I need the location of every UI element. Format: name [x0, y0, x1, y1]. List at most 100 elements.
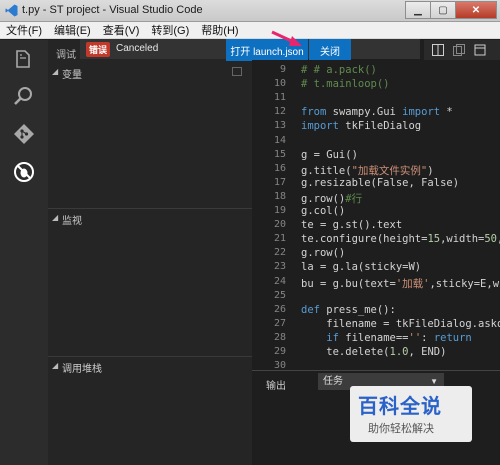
- code-line[interactable]: 10 # t.mainloop(): [252, 78, 500, 92]
- watch-label: 监视: [62, 216, 82, 227]
- code-token: ): [427, 164, 434, 177]
- line-code: te = g.st().text: [301, 219, 402, 231]
- open-changes-icon[interactable]: [453, 44, 465, 56]
- code-line[interactable]: 29 te.delete(1.0, END): [252, 346, 500, 360]
- code-line[interactable]: 9 # # a.pack(): [252, 64, 500, 78]
- code-line[interactable]: 30: [252, 360, 500, 370]
- line-number: 30: [273, 360, 286, 370]
- error-badge: 错误: [86, 42, 110, 57]
- arrow-annotation-icon: [271, 30, 302, 46]
- code-line[interactable]: 12 from swampy.Gui import *: [252, 106, 500, 120]
- code-token: def: [301, 303, 320, 316]
- code-line[interactable]: 25: [252, 290, 500, 304]
- code-line[interactable]: 24 bu = g.bu(text='加载',sticky=E,widt: [252, 276, 500, 290]
- line-code: # # a.pack(): [301, 64, 377, 76]
- line-code: g = Gui(): [301, 149, 358, 161]
- code-line[interactable]: 15 g = Gui(): [252, 149, 500, 163]
- line-code: import tkFileDialog: [301, 120, 421, 132]
- code-token: swampy.Gui: [326, 106, 403, 119]
- code-editor[interactable]: 9 # # a.pack() 10 # t.mainloop() 11 12 from sw…: [252, 60, 500, 370]
- files-icon[interactable]: [12, 48, 36, 72]
- code-token: g.title(: [301, 164, 352, 177]
- code-token: ,sticky=E,widt: [429, 277, 500, 290]
- close-notification-button[interactable]: 关闭: [309, 39, 351, 61]
- maximize-button[interactable]: ▢: [430, 1, 456, 19]
- line-code: g.row()#行: [301, 191, 362, 206]
- code-token: from: [301, 106, 327, 119]
- editor-actions: [424, 40, 500, 60]
- line-number: 15: [273, 148, 286, 160]
- code-line[interactable]: 27 filename = tkFileDialog.askope: [252, 318, 500, 332]
- callstack-label: 调用堆栈: [62, 364, 102, 375]
- callstack-section-header[interactable]: ◢ 调用堆栈: [48, 358, 252, 375]
- code-token: return: [433, 331, 472, 344]
- code-line[interactable]: 17 g.resizable(False, False): [252, 177, 500, 191]
- code-token: :: [421, 331, 434, 344]
- code-line[interactable]: 19 g.col(): [252, 205, 500, 219]
- line-number: 26: [273, 303, 286, 315]
- output-label: 输出: [266, 381, 286, 392]
- line-number: 11: [273, 92, 286, 104]
- menu-bar: 文件(F) 编辑(E) 查看(V) 转到(G) 帮助(H): [0, 22, 500, 39]
- line-number: 22: [273, 247, 286, 259]
- line-number: 21: [273, 233, 286, 245]
- search-icon[interactable]: [12, 84, 36, 108]
- code-line[interactable]: 11: [252, 92, 500, 106]
- activity-bar: [0, 40, 48, 465]
- code-token: te.configure(height=: [301, 233, 428, 246]
- code-line[interactable]: 26 def press_me():: [252, 304, 500, 318]
- collapse-triangle-icon: ◢: [52, 361, 59, 370]
- watermark-title: 百科全说: [358, 396, 442, 418]
- code-token: 1.0: [389, 346, 409, 358]
- code-token: '': [408, 331, 422, 344]
- menu-file[interactable]: 文件(F): [0, 22, 48, 38]
- code-line[interactable]: 13 import tkFileDialog: [252, 120, 500, 134]
- menu-view[interactable]: 查看(V): [97, 22, 146, 38]
- variables-label: 变量: [62, 70, 82, 81]
- code-line[interactable]: 21 te.configure(height=15,width=50,re: [252, 233, 500, 247]
- code-line[interactable]: 22 g.row(): [252, 247, 500, 261]
- menu-help[interactable]: 帮助(H): [195, 22, 244, 38]
- debug-title: 调试: [56, 50, 76, 61]
- vscode-logo-icon: [5, 4, 18, 17]
- git-icon[interactable]: [12, 122, 36, 146]
- line-number: 16: [273, 162, 286, 174]
- line-code: g.resizable(False, False): [301, 177, 459, 189]
- close-window-button[interactable]: ✕: [455, 1, 497, 19]
- line-code: te.configure(height=15,width=50,re: [301, 233, 500, 245]
- menu-goto[interactable]: 转到(G): [145, 22, 195, 38]
- code-line[interactable]: 14: [252, 135, 500, 149]
- line-number: 23: [273, 261, 286, 273]
- code-token: g.row(): [301, 247, 346, 260]
- line-number: 12: [273, 106, 286, 118]
- section-divider: [48, 356, 252, 357]
- line-number: 27: [273, 317, 286, 329]
- variables-section-header[interactable]: ◢ 变量: [48, 64, 252, 81]
- menu-edit[interactable]: 编辑(E): [48, 22, 97, 38]
- line-number: 18: [273, 190, 286, 202]
- line-code: from swampy.Gui import *: [301, 106, 453, 118]
- collapse-all-icon[interactable]: [232, 67, 242, 76]
- code-token: 50: [484, 233, 498, 246]
- code-line[interactable]: 18 g.row()#行: [252, 191, 500, 205]
- code-token: "加载文件实例": [351, 164, 428, 177]
- minimize-button[interactable]: ▁: [405, 1, 431, 19]
- line-number: 29: [273, 346, 286, 357]
- split-editor-icon[interactable]: [432, 44, 444, 56]
- code-token: if: [326, 331, 339, 344]
- code-line[interactable]: 20 te = g.st().text: [252, 219, 500, 233]
- code-line[interactable]: 23 la = g.la(sticky=W): [252, 261, 500, 275]
- code-token: g.row(): [301, 192, 346, 205]
- line-code: def press_me():: [301, 304, 396, 316]
- window-controls: ▁ ▢ ✕: [405, 1, 497, 20]
- code-token: la = g.la(sticky=W): [301, 261, 422, 274]
- debug-icon[interactable]: [12, 160, 36, 184]
- code-token: # t.mainloop(): [301, 78, 390, 91]
- code-token: #行: [345, 192, 363, 205]
- watch-section-header[interactable]: ◢ 监视: [48, 210, 252, 227]
- code-line[interactable]: 16 g.title("加载文件实例"): [252, 163, 500, 177]
- code-token: filename==: [338, 331, 409, 344]
- code-line[interactable]: 28 if filename=='': return: [252, 332, 500, 346]
- more-actions-icon[interactable]: [474, 44, 486, 56]
